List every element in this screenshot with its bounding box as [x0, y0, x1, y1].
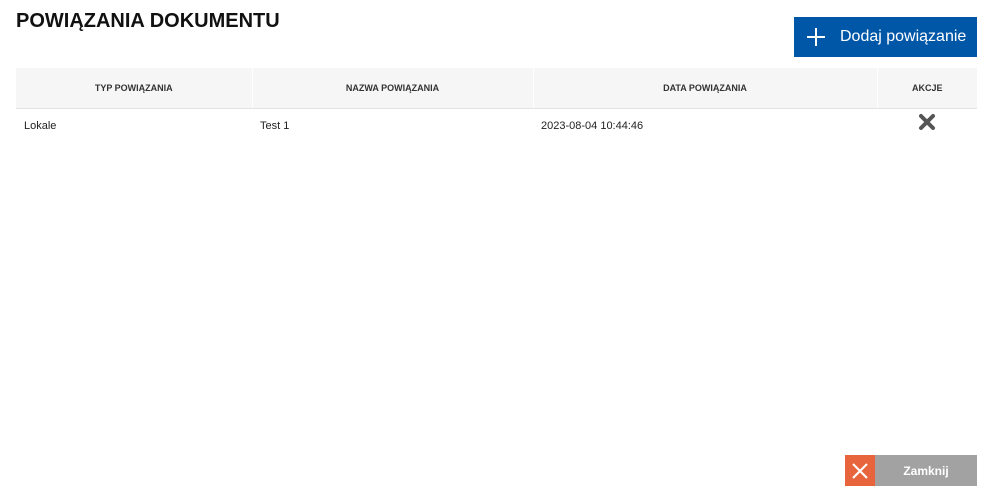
close-button-label: Zamknij [875, 455, 977, 486]
cell-link-name: Test 1 [260, 120, 290, 133]
page-title: POWIĄZANIA DOKUMENTU [16, 10, 280, 32]
column-header-date[interactable]: DATA POWIĄZANIA [533, 68, 878, 109]
document-links-dialog: POWIĄZANIA DOKUMENTU Dodaj powiązanie TY… [0, 0, 988, 496]
table-header: TYP POWIĄZANIA NAZWA POWIĄZANIA DATA POW… [16, 68, 977, 109]
add-link-button-label: Dodaj powiązanie [840, 28, 967, 45]
cell-link-date: 2023-08-04 10:44:46 [541, 120, 644, 133]
table-header-row: TYP POWIĄZANIA NAZWA POWIĄZANIA DATA POW… [16, 68, 977, 109]
close-button[interactable]: Zamknij [845, 455, 977, 486]
cell-actions [877, 108, 977, 144]
column-header-type[interactable]: TYP POWIĄZANIA [16, 68, 253, 109]
close-icon [845, 455, 875, 486]
column-header-name[interactable]: NAZWA POWIĄZANIA [252, 68, 534, 109]
plus-icon [796, 17, 836, 57]
delete-icon[interactable] [918, 113, 936, 131]
table-body: Lokale Test 1 2023-08-04 10:44:46 [16, 108, 977, 144]
table-row[interactable]: Lokale Test 1 2023-08-04 10:44:46 [16, 108, 977, 144]
cell-link-type: Lokale [24, 120, 57, 133]
column-header-actions: AKCJE [877, 68, 977, 109]
links-table: TYP POWIĄZANIA NAZWA POWIĄZANIA DATA POW… [16, 68, 977, 144]
add-link-button[interactable]: Dodaj powiązanie [794, 17, 977, 57]
